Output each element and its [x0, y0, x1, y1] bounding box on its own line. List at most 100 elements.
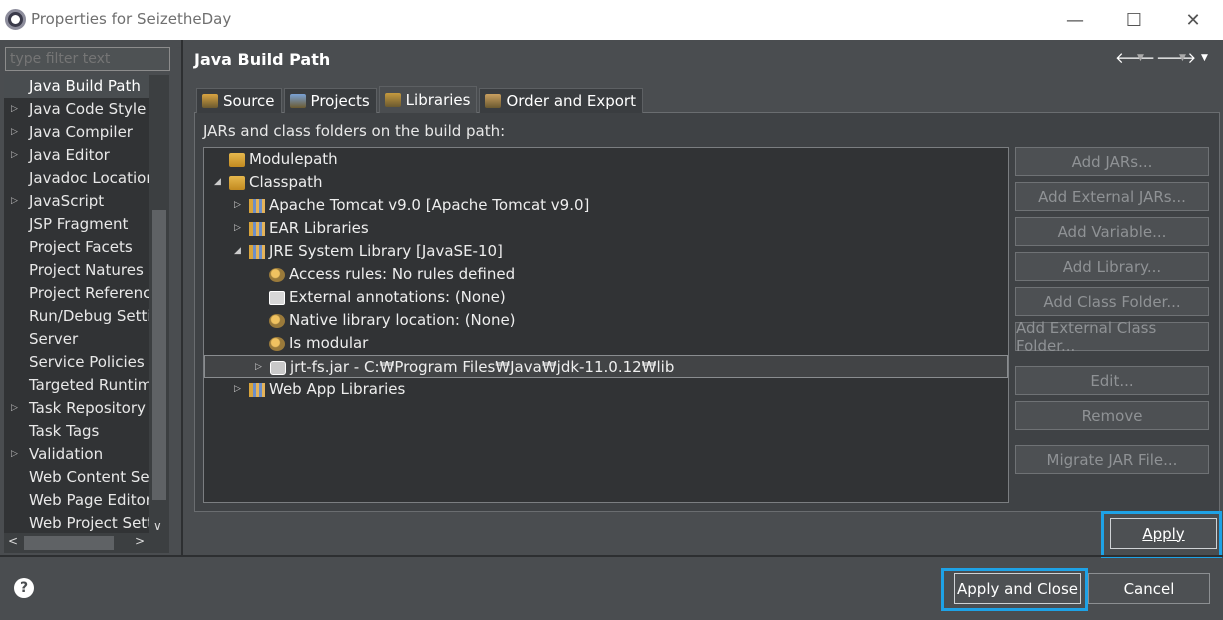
apply-and-close-button[interactable]: Apply and Close	[954, 573, 1081, 604]
sidebar-item-label: Web Content Settings	[29, 468, 149, 486]
sidebar-item-label: Java Compiler	[29, 123, 133, 141]
build-path-tree[interactable]: Modulepath ◢ Classpath ▷ Apache Tomcat v9.0 …	[203, 147, 1009, 503]
sidebar-item[interactable]: Web Project Settings	[4, 512, 149, 535]
sidebar-item[interactable]: Task Tags	[4, 420, 149, 443]
add-external-jars-button[interactable]: Add External JARs...	[1015, 182, 1209, 211]
forward-arrow-icon[interactable]: 🡒	[1156, 48, 1196, 67]
sidebar-item[interactable]: Service Policies	[4, 351, 149, 374]
back-arrow-icon[interactable]: 🡐	[1115, 48, 1155, 67]
sidebar-item-label: Project Facets	[29, 238, 133, 256]
sidebar-item[interactable]: Project Natures	[4, 259, 149, 282]
filter-input[interactable]	[5, 47, 170, 71]
scroll-left-icon[interactable]: <	[8, 534, 18, 548]
tree-node-label: Is modular	[289, 334, 369, 352]
expand-arrow-icon[interactable]: ▷	[11, 190, 18, 213]
sidebar-horizontal-scrollbar[interactable]: < >	[4, 533, 169, 553]
tree-node[interactable]: ▷ Apache Tomcat v9.0 [Apache Tomcat v9.0]	[204, 194, 1008, 217]
tree-node[interactable]: External annotations: (None)	[204, 286, 1008, 309]
scrollbar-thumb[interactable]	[24, 536, 114, 550]
sidebar-item[interactable]: Project References	[4, 282, 149, 305]
expand-arrow-icon[interactable]: ▷	[11, 121, 18, 144]
expand-arrow-icon[interactable]: ▷	[11, 98, 18, 121]
close-button[interactable]: ✕	[1173, 6, 1213, 34]
sidebar-item[interactable]: ▷ Validation	[4, 443, 149, 466]
sidebar-item[interactable]: Java Build Path	[4, 75, 149, 98]
tree-node[interactable]: Native library location: (None)	[204, 309, 1008, 332]
panel-divider[interactable]	[181, 40, 183, 555]
sidebar-item[interactable]: ▷ JavaScript	[4, 190, 149, 213]
sidebar-item[interactable]: ▷ Java Editor	[4, 144, 149, 167]
view-menu-icon[interactable]: ▼	[1201, 53, 1208, 63]
remove-button[interactable]: Remove	[1015, 401, 1209, 430]
native-library-icon	[269, 314, 285, 328]
tab-label: Projects	[310, 92, 370, 110]
sidebar-list: Java Build Path ▷ Java Code Style ▷ Java Com…	[4, 75, 149, 535]
sidebar-item-label: Project Natures	[29, 261, 144, 279]
collapse-arrow-icon[interactable]: ◢	[234, 240, 241, 263]
projects-icon	[289, 94, 306, 108]
migrate-jar-button[interactable]: Migrate JAR File...	[1015, 445, 1209, 474]
tree-node[interactable]: ◢ JRE System Library [JavaSE-10]	[204, 240, 1008, 263]
sidebar-item[interactable]: Project Facets	[4, 236, 149, 259]
sidebar-item[interactable]: JSP Fragment	[4, 213, 149, 236]
sidebar-item-label: Java Build Path	[29, 77, 141, 95]
sidebar-item[interactable]: ▷ Java Compiler	[4, 121, 149, 144]
scrollbar-thumb[interactable]	[152, 210, 166, 500]
tab-projects[interactable]: Projects	[283, 88, 377, 113]
back-menu-icon[interactable]: ▼	[1137, 53, 1144, 63]
tree-node[interactable]: Access rules: No rules defined	[204, 263, 1008, 286]
expand-arrow-icon[interactable]: ▷	[234, 378, 241, 401]
tree-node[interactable]: ▷ Web App Libraries	[204, 378, 1008, 401]
tab-libraries[interactable]: Libraries	[378, 86, 478, 113]
tree-node-label: Classpath	[249, 173, 323, 191]
tree-node[interactable]: ◢ Classpath	[204, 171, 1008, 194]
cancel-button[interactable]: Cancel	[1088, 573, 1210, 604]
tree-node[interactable]: Modulepath	[204, 148, 1008, 171]
sidebar-item[interactable]: Javadoc Location	[4, 167, 149, 190]
add-library-button[interactable]: Add Library...	[1015, 252, 1209, 281]
add-class-folder-button[interactable]: Add Class Folder...	[1015, 287, 1209, 316]
minimize-button[interactable]: —	[1055, 6, 1095, 34]
apply-button[interactable]: Apply	[1110, 518, 1217, 549]
add-external-class-folder-button[interactable]: Add External Class Folder...	[1015, 319, 1209, 355]
add-jars-button[interactable]: Add JARs...	[1015, 147, 1209, 176]
expand-arrow-icon[interactable]: ▷	[234, 194, 241, 217]
tree-node-label: Web App Libraries	[269, 380, 406, 398]
help-icon[interactable]: ?	[14, 578, 34, 598]
tree-node[interactable]: ▷ EAR Libraries	[204, 217, 1008, 240]
tab-order-and-export[interactable]: Order and Export	[479, 88, 643, 113]
sidebar-item[interactable]: Server	[4, 328, 149, 351]
sidebar-item[interactable]: Web Page Editor	[4, 489, 149, 512]
expand-arrow-icon[interactable]: ▷	[11, 144, 18, 167]
expand-arrow-icon[interactable]: ▷	[255, 356, 262, 379]
sidebar-item[interactable]: ▷ Task Repository	[4, 397, 149, 420]
sidebar: Java Build Path ▷ Java Code Style ▷ Java Com…	[0, 40, 182, 555]
add-variable-button[interactable]: Add Variable...	[1015, 217, 1209, 246]
tab-label: Source	[223, 92, 275, 110]
library-icon	[249, 222, 265, 236]
tree-node-label: External annotations: (None)	[289, 288, 506, 306]
forward-menu-icon[interactable]: ▼	[1179, 53, 1186, 63]
sidebar-item[interactable]: Targeted Runtimes	[4, 374, 149, 397]
access-rules-icon	[269, 268, 285, 282]
collapse-arrow-icon[interactable]: ◢	[214, 171, 221, 194]
scroll-down-icon[interactable]: ∨	[153, 519, 162, 533]
tab-bar: Source Projects Libraries Order and Export	[196, 86, 645, 114]
sidebar-item-label: Task Repository	[29, 399, 146, 417]
sidebar-item[interactable]: ▷ Java Code Style	[4, 98, 149, 121]
maximize-button[interactable]: ☐	[1114, 6, 1154, 34]
sidebar-item[interactable]: Run/Debug Settings	[4, 305, 149, 328]
tree-node-label: Apache Tomcat v9.0 [Apache Tomcat v9.0]	[269, 196, 590, 214]
scroll-right-icon[interactable]: >	[135, 534, 145, 548]
expand-arrow-icon[interactable]: ▷	[234, 217, 241, 240]
expand-arrow-icon[interactable]: ▷	[11, 443, 18, 466]
expand-arrow-icon[interactable]: ▷	[11, 397, 18, 420]
sidebar-item-label: Web Project Settings	[29, 514, 149, 532]
sidebar-item[interactable]: Web Content Settings	[4, 466, 149, 489]
tree-node[interactable]: ▷ jrt-fs.jar - C:₩Program Files₩Java₩jdk-…	[204, 355, 1008, 378]
tab-source[interactable]: Source	[196, 88, 282, 113]
tree-node[interactable]: Is modular	[204, 332, 1008, 355]
annotations-icon	[269, 291, 285, 305]
sidebar-vertical-scrollbar[interactable]: ∨	[149, 75, 169, 535]
edit-button[interactable]: Edit...	[1015, 366, 1209, 395]
